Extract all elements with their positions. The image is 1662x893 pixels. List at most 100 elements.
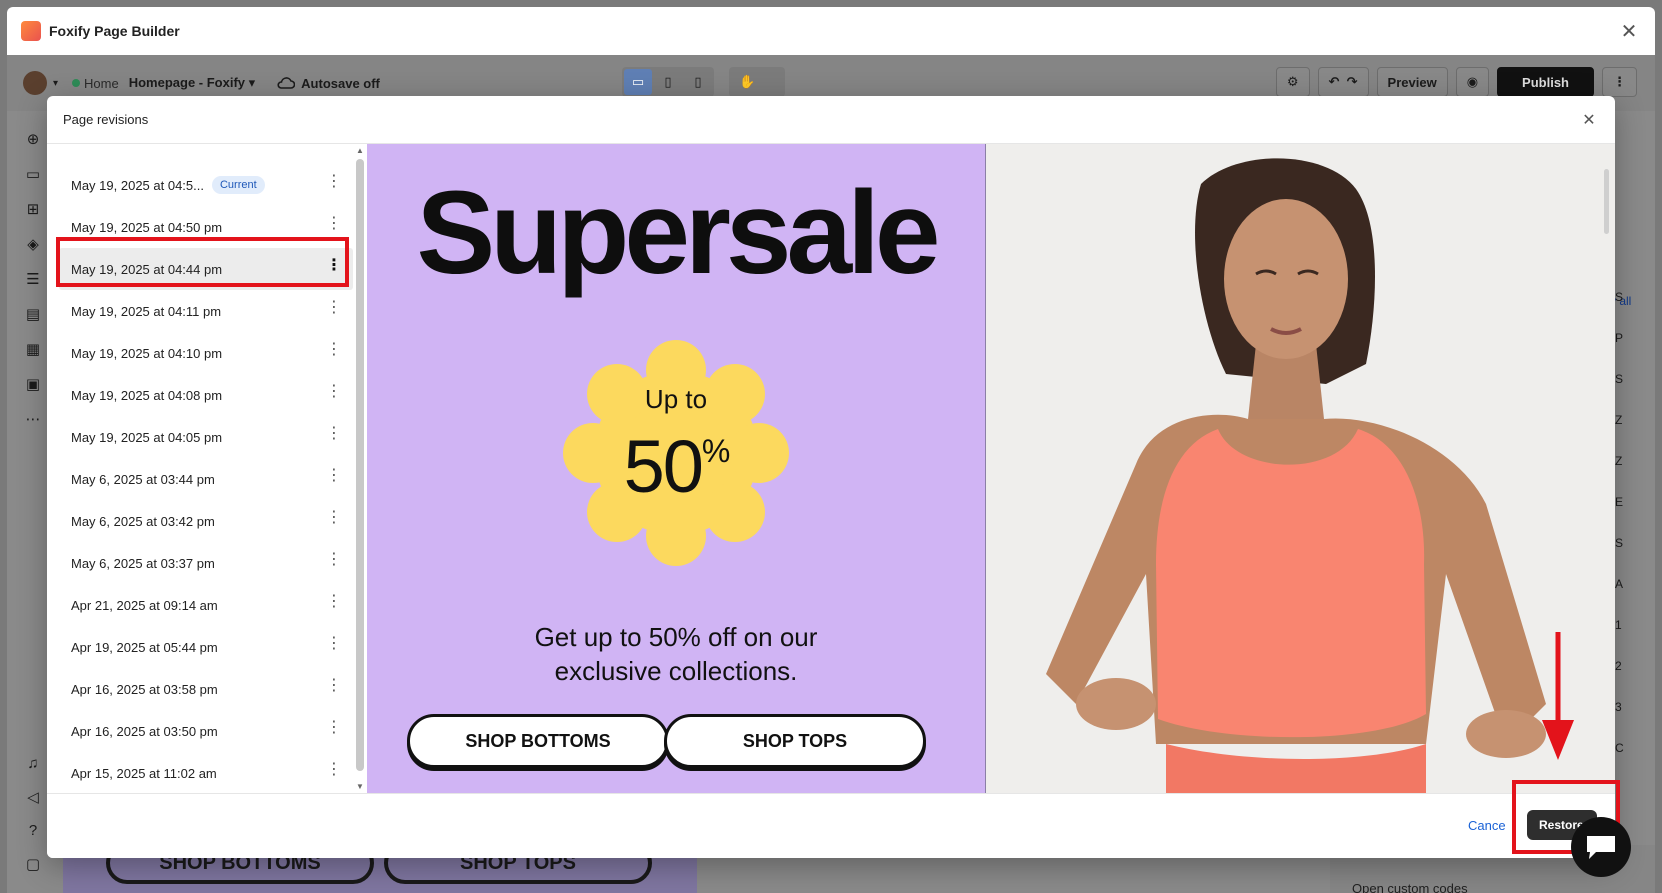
hand-tool-icon[interactable]: ✋ [729, 67, 785, 97]
revision-list-scrollbar[interactable]: ▲ ▼ [353, 144, 367, 793]
promo-panel: Supersale Up to 50% Get up to 50% off on… [367, 144, 985, 793]
revision-item[interactable]: May 6, 2025 at 03:42 pm ⋮ [59, 500, 353, 542]
settings-sliders-icon[interactable]: ⚙ [1275, 67, 1310, 97]
revision-label: May 19, 2025 at 04:5... [71, 177, 204, 193]
pages-icon[interactable]: ▤ [26, 305, 40, 323]
foxify-logo-icon [21, 21, 41, 41]
redo-icon[interactable]: ↷ [1347, 74, 1358, 90]
desktop-icon[interactable]: ▭ [624, 69, 652, 95]
panel-letter: Z [1615, 454, 1623, 468]
panel-letter: 3 [1615, 700, 1622, 714]
panel-letter: 2 [1615, 659, 1622, 673]
layers-icon[interactable]: ◈ [27, 235, 39, 253]
autosave-toggle[interactable]: Autosave off [277, 76, 380, 91]
kebab-menu-icon[interactable]: ⋮ [326, 342, 342, 358]
kebab-menu-icon[interactable]: ⋮ [326, 762, 342, 778]
kebab-menu-icon[interactable]: ⋮ [326, 552, 342, 568]
revision-item[interactable]: May 19, 2025 at 04:44 pm ⋮ [59, 248, 353, 290]
kebab-menu-icon[interactable]: ⋮ [326, 300, 342, 316]
kebab-menu-icon[interactable]: ⋮ [326, 678, 342, 694]
autosave-label: Autosave off [301, 75, 380, 91]
revision-item[interactable]: May 19, 2025 at 04:08 pm ⋮ [59, 374, 353, 416]
promo-headline: Supersale [416, 167, 940, 299]
apps-icon[interactable]: ⊞ [27, 200, 40, 218]
kebab-menu-icon[interactable]: ⋮ [326, 174, 342, 190]
more-menu-icon[interactable]: ⋮ [1602, 67, 1637, 97]
page-revisions-modal: Page revisions ✕ May 19, 2025 at 04:5...… [47, 96, 1615, 858]
shop-tops-button[interactable]: SHOP TOPS [664, 714, 926, 768]
preview-button[interactable]: Preview [1376, 67, 1448, 97]
revision-label: May 6, 2025 at 03:42 pm [71, 513, 215, 529]
tablet-icon[interactable]: ▯ [654, 69, 682, 95]
mobile-icon[interactable]: ▯ [684, 69, 712, 95]
chat-widget-button[interactable] [1571, 817, 1631, 877]
revision-item[interactable]: Apr 16, 2025 at 03:50 pm ⋮ [59, 710, 353, 752]
clipboard-icon[interactable]: ▣ [26, 375, 40, 393]
model-photo [985, 144, 1615, 793]
sections-icon[interactable]: ▭ [26, 165, 40, 183]
revision-item[interactable]: Apr 21, 2025 at 09:14 am ⋮ [59, 584, 353, 626]
panel-letter: S [1615, 536, 1624, 550]
megaphone-icon[interactable]: ◁ [27, 788, 39, 806]
scroll-down-icon[interactable]: ▼ [356, 782, 364, 791]
preview-scrollbar[interactable] [1603, 144, 1611, 793]
kebab-menu-icon[interactable]: ⋮ [326, 510, 342, 526]
kebab-menu-icon[interactable]: ⋮ [326, 258, 342, 274]
revision-label: Apr 21, 2025 at 09:14 am [71, 597, 218, 613]
red-annotation-arrow-icon [1542, 632, 1574, 760]
kebab-menu-icon[interactable]: ⋮ [326, 384, 342, 400]
page-name: Homepage - Foxify [128, 75, 246, 90]
publish-button[interactable]: Publish [1497, 67, 1594, 97]
cloud-icon [277, 77, 296, 89]
chat-icon[interactable]: ▢ [26, 855, 40, 873]
store-logo-icon[interactable] [23, 71, 47, 95]
help-icon[interactable]: ? [29, 822, 37, 839]
templates-icon[interactable]: ☰ [26, 270, 39, 288]
undo-icon[interactable]: ↶ [1329, 74, 1340, 90]
revision-label: May 6, 2025 at 03:37 pm [71, 555, 215, 571]
scrollbar-thumb[interactable] [356, 159, 364, 771]
promo-description-line2: exclusive collections. [554, 656, 798, 686]
kebab-menu-icon[interactable]: ⋮ [326, 636, 342, 652]
revision-item[interactable]: May 6, 2025 at 03:37 pm ⋮ [59, 542, 353, 584]
kebab-menu-icon[interactable]: ⋮ [326, 216, 342, 232]
store-icon[interactable]: ▦ [26, 340, 40, 358]
add-icon[interactable]: ⊕ [27, 130, 40, 148]
chevron-down-icon[interactable]: ▾ [53, 78, 58, 89]
revision-item[interactable]: May 19, 2025 at 04:10 pm ⋮ [59, 332, 353, 374]
notification-bell-icon[interactable]: ♫ [27, 755, 38, 772]
toolbar-actions: ⚙ ↶ ↷ Preview ◉ Publish ⋮ [1275, 67, 1637, 97]
more-dots-icon[interactable]: ⋯ [26, 410, 41, 428]
revision-item[interactable]: Apr 19, 2025 at 05:44 pm ⋮ [59, 626, 353, 668]
device-switcher: ▭ ▯ ▯ [622, 67, 714, 97]
panel-letter: A [1615, 577, 1624, 591]
kebab-menu-icon[interactable]: ⋮ [326, 468, 342, 484]
revision-item[interactable]: May 19, 2025 at 04:11 pm ⋮ [59, 290, 353, 332]
modal-footer: Cance Restore [47, 793, 1615, 858]
kebab-menu-icon[interactable]: ⋮ [326, 720, 342, 736]
page-selector[interactable]: Homepage - Foxify ▾ [129, 75, 255, 91]
revision-item[interactable]: May 19, 2025 at 04:5... Current ⋮ [59, 164, 353, 206]
kebab-menu-icon[interactable]: ⋮ [326, 426, 342, 442]
scroll-up-icon[interactable]: ▲ [356, 146, 364, 155]
current-badge: Current [211, 176, 265, 194]
eye-icon[interactable]: ◉ [1455, 67, 1490, 97]
modal-close-icon[interactable]: ✕ [1579, 110, 1599, 130]
revision-item[interactable]: Apr 15, 2025 at 11:02 am ⋮ [59, 752, 353, 793]
revision-item[interactable]: May 6, 2025 at 03:44 pm ⋮ [59, 458, 353, 500]
revision-item[interactable]: May 19, 2025 at 04:50 pm ⋮ [59, 206, 353, 248]
shop-bottoms-button[interactable]: SHOP BOTTOMS [407, 714, 669, 768]
panel-letter: P [1615, 331, 1624, 345]
home-breadcrumb[interactable]: Home [72, 76, 119, 91]
custom-codes-link[interactable]: Open custom codes [1352, 881, 1468, 893]
preview-scrollbar-thumb[interactable] [1604, 169, 1609, 234]
kebab-menu-icon[interactable]: ⋮ [326, 594, 342, 610]
cancel-button[interactable]: Cance [1468, 818, 1506, 833]
promo-description-line1: Get up to 50% off on our [534, 622, 818, 652]
window-close-icon[interactable]: ✕ [1617, 19, 1641, 44]
revision-label: Apr 16, 2025 at 03:58 pm [71, 681, 218, 697]
revision-item[interactable]: May 19, 2025 at 04:05 pm ⋮ [59, 416, 353, 458]
panel-letter: 1 [1615, 618, 1622, 632]
revision-list: May 19, 2025 at 04:5... Current ⋮ May 19, 2… [47, 144, 367, 793]
revision-item[interactable]: Apr 16, 2025 at 03:58 pm ⋮ [59, 668, 353, 710]
